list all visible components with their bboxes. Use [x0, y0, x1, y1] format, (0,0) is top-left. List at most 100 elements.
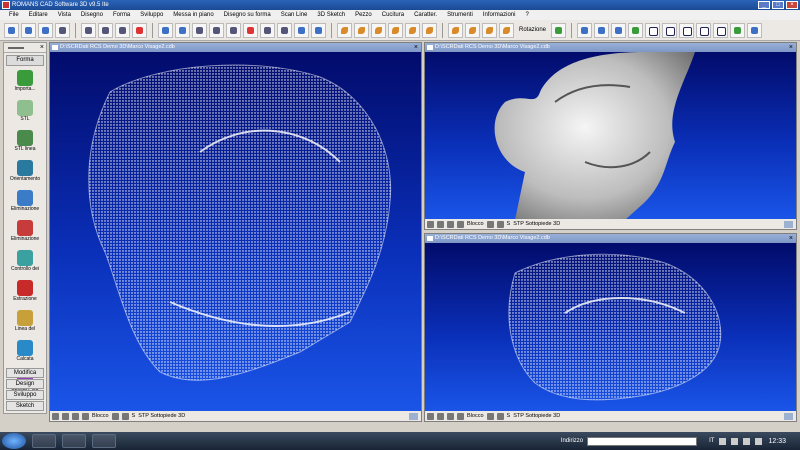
- cube-side-icon[interactable]: [662, 22, 678, 38]
- paste-icon[interactable]: [115, 22, 130, 38]
- status-icon[interactable]: [121, 412, 129, 420]
- new-icon[interactable]: [4, 22, 19, 38]
- shoe-view-1-icon[interactable]: [448, 22, 463, 38]
- menu-3d-sketch[interactable]: 3D Sketch: [312, 10, 350, 20]
- tool-item[interactable]: STL: [4, 100, 46, 126]
- tool-item[interactable]: Eliminazione: [4, 190, 46, 216]
- tool-item[interactable]: Importa...: [4, 70, 46, 96]
- maximize-button[interactable]: □: [772, 1, 784, 9]
- menu-editare[interactable]: Editare: [24, 10, 53, 20]
- shading-icon[interactable]: [577, 22, 593, 38]
- tool-item[interactable]: Controllo dei: [4, 250, 46, 276]
- last-cone-icon[interactable]: [405, 22, 420, 38]
- volume-icon[interactable]: [755, 437, 763, 445]
- status-icon[interactable]: [72, 412, 79, 420]
- tool-item[interactable]: Estrazione: [4, 280, 46, 306]
- menu-help[interactable]: ?: [520, 10, 533, 20]
- last-view-3-icon[interactable]: [371, 22, 386, 38]
- menu-vista[interactable]: Vista: [53, 10, 76, 20]
- resize-icon[interactable]: [784, 412, 793, 420]
- select-icon[interactable]: [192, 22, 207, 38]
- print-icon[interactable]: [55, 22, 70, 38]
- battery-icon[interactable]: [731, 437, 739, 445]
- annotation-icon[interactable]: [277, 22, 292, 38]
- shoe-view-2-icon[interactable]: [465, 22, 480, 38]
- menu-disegno[interactable]: Disegno: [76, 10, 108, 20]
- cube-back-icon[interactable]: [713, 22, 729, 38]
- 3d-canvas[interactable]: [425, 52, 796, 219]
- menu-strumenti[interactable]: Strumenti: [442, 10, 478, 20]
- cube-iso-icon[interactable]: [696, 22, 712, 38]
- resize-icon[interactable]: [409, 412, 418, 420]
- menu-sviluppo[interactable]: Sviluppo: [135, 10, 168, 20]
- tool-item[interactable]: Orientamento: [4, 160, 46, 186]
- menu-cucitura[interactable]: Cucitura: [377, 10, 409, 20]
- rotation-icon[interactable]: [551, 22, 567, 38]
- resize-icon[interactable]: [784, 220, 793, 228]
- layout-icon[interactable]: [730, 22, 746, 38]
- delete-icon[interactable]: [132, 22, 147, 38]
- status-icon[interactable]: [82, 412, 89, 420]
- shoe-view-4-icon[interactable]: [499, 22, 514, 38]
- tab-modifica[interactable]: Modifica: [6, 368, 44, 378]
- last-view-4-icon[interactable]: [388, 22, 403, 38]
- tool-item[interactable]: Linea del: [4, 310, 46, 336]
- status-icon[interactable]: [111, 412, 119, 420]
- status-icon[interactable]: [457, 412, 464, 420]
- cut-icon[interactable]: [81, 22, 96, 38]
- viewport-close-icon[interactable]: ×: [789, 43, 793, 52]
- note-icon[interactable]: [260, 22, 275, 38]
- window-icon[interactable]: [747, 22, 763, 38]
- sphere-icon[interactable]: [611, 22, 627, 38]
- flag-icon[interactable]: [719, 437, 727, 445]
- status-icon[interactable]: [62, 412, 69, 420]
- copy-icon[interactable]: [98, 22, 113, 38]
- last-view-5-icon[interactable]: [422, 22, 437, 38]
- grid-icon[interactable]: [311, 22, 326, 38]
- filter-clear-icon[interactable]: [243, 22, 258, 38]
- status-icon[interactable]: [447, 220, 454, 228]
- filter-icon[interactable]: [209, 22, 224, 38]
- taskbar-item-explorer[interactable]: [32, 434, 56, 448]
- status-icon[interactable]: [437, 412, 444, 420]
- tab-design[interactable]: Design: [6, 379, 44, 389]
- start-button[interactable]: [2, 433, 26, 449]
- close-button[interactable]: ×: [786, 1, 798, 9]
- texture-icon[interactable]: [628, 22, 644, 38]
- status-icon[interactable]: [437, 220, 444, 228]
- status-icon[interactable]: [496, 412, 504, 420]
- network-icon[interactable]: [743, 437, 751, 445]
- redo-icon[interactable]: [175, 22, 190, 38]
- pin-icon[interactable]: [8, 47, 24, 49]
- open-icon[interactable]: [21, 22, 36, 38]
- shoe-view-3-icon[interactable]: [482, 22, 497, 38]
- 3d-canvas[interactable]: [425, 243, 796, 411]
- last-view-1-icon[interactable]: [337, 22, 352, 38]
- status-icon[interactable]: [486, 220, 494, 228]
- clock[interactable]: 12:33: [768, 438, 786, 445]
- solid-icon[interactable]: [594, 22, 610, 38]
- menu-caratter[interactable]: Caratter.: [409, 10, 442, 20]
- tab-sviluppo[interactable]: Sviluppo: [6, 390, 44, 400]
- tab-sketch[interactable]: Sketch: [6, 401, 44, 411]
- taskbar-item-app[interactable]: [62, 434, 86, 448]
- tool-item[interactable]: Calcata: [4, 340, 46, 366]
- status-icon[interactable]: [427, 220, 434, 228]
- 3d-canvas[interactable]: [50, 52, 421, 411]
- section-forma[interactable]: Forma: [6, 55, 44, 66]
- viewport-close-icon[interactable]: ×: [789, 234, 793, 243]
- menu-forma[interactable]: Forma: [108, 10, 135, 20]
- status-icon[interactable]: [486, 412, 494, 420]
- language-indicator[interactable]: IT: [709, 438, 714, 444]
- menu-informazioni[interactable]: Informazioni: [478, 10, 521, 20]
- tool-item[interactable]: STL linea: [4, 130, 46, 156]
- status-icon[interactable]: [457, 220, 464, 228]
- cube-front-icon[interactable]: [645, 22, 661, 38]
- filter-select-icon[interactable]: [226, 22, 241, 38]
- status-icon[interactable]: [427, 412, 434, 420]
- viewport-close-icon[interactable]: ×: [414, 43, 418, 52]
- last-view-2-icon[interactable]: [354, 22, 369, 38]
- menu-pezzo[interactable]: Pezzo: [350, 10, 377, 20]
- taskbar-item-cad[interactable]: [92, 434, 116, 448]
- tool-item[interactable]: Eliminazione: [4, 220, 46, 246]
